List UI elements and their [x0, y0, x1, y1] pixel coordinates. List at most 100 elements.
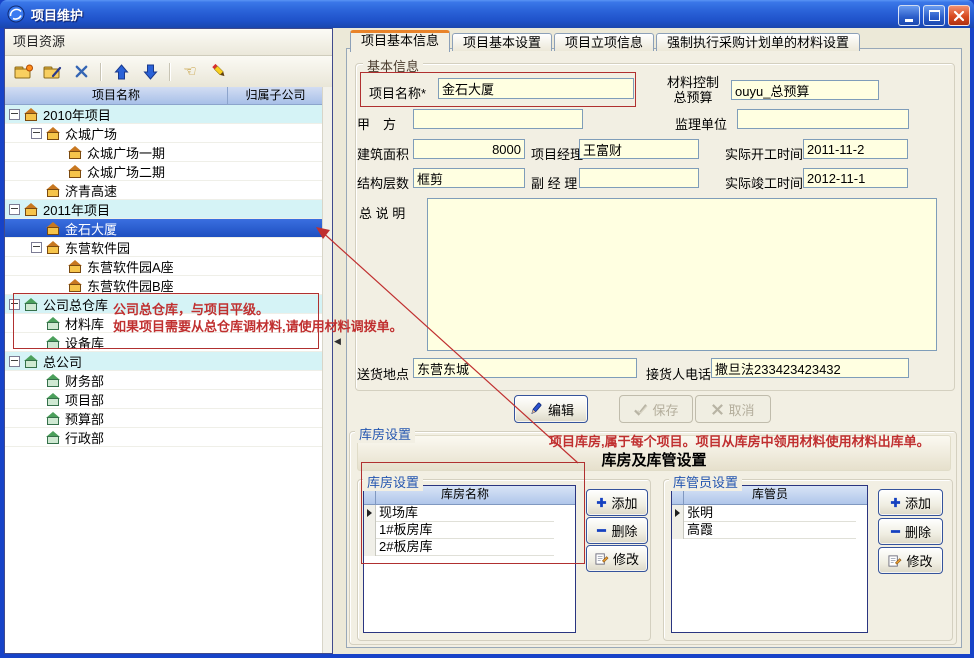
tree-column-headers: 项目名称 归属子公司 — [5, 87, 323, 105]
edit-button[interactable]: 编辑 — [514, 395, 588, 423]
tree-item[interactable]: 总公司 — [5, 352, 323, 371]
keeper-add-button[interactable]: 添加 — [878, 489, 943, 516]
tree-item[interactable]: 2011年项目 — [5, 200, 323, 219]
tab-project-approval-info[interactable]: 项目立项信息 — [554, 33, 654, 51]
actual-start-label: 实际开工时间 — [725, 144, 803, 163]
tree-item[interactable]: 东营软件园A座 — [5, 257, 323, 276]
party-a-label: 甲 方 — [357, 114, 396, 133]
project-manager-field[interactable] — [579, 139, 699, 159]
keeper-table: 库管员 张明 高霞 — [671, 485, 868, 633]
tree-item[interactable]: 材料库 — [5, 314, 323, 333]
structure-layers-field[interactable] — [413, 168, 525, 188]
tree-item[interactable]: 设备库 — [5, 333, 323, 352]
crayon-icon[interactable] — [209, 63, 229, 81]
house-green-icon — [24, 355, 38, 368]
minus-expand-icon[interactable] — [9, 204, 20, 215]
table-row[interactable]: 张明 — [672, 505, 867, 522]
actual-start-field[interactable] — [803, 139, 908, 159]
house-yellow-icon — [24, 108, 38, 121]
house-yellow-icon — [68, 165, 82, 178]
tree-item[interactable]: 众城广场 — [5, 124, 323, 143]
party-a-field[interactable] — [413, 109, 583, 129]
tree-item[interactable]: 行政部 — [5, 428, 323, 447]
collapse-arrow-icon[interactable]: ◀ — [334, 336, 341, 347]
save-button[interactable]: 保存 — [619, 395, 693, 423]
project-manager-label: 项目经理 — [531, 144, 583, 163]
cancel-button[interactable]: 取消 — [695, 395, 771, 423]
tree-item[interactable]: 公司总仓库 — [5, 295, 323, 314]
arrow-down-icon[interactable] — [140, 63, 160, 81]
table-row[interactable]: 2#板房库 — [364, 539, 575, 556]
tree-item[interactable]: 东营软件园 — [5, 238, 323, 257]
storeroom-modify-button[interactable]: 修改 — [586, 545, 648, 572]
building-area-field[interactable] — [413, 139, 525, 159]
plus-icon — [596, 497, 607, 508]
receiver-phone-label: 接货人电话 — [646, 364, 711, 383]
column-header-project-name[interactable]: 项目名称 — [5, 87, 228, 104]
tree-item[interactable]: 东营软件园B座 — [5, 276, 323, 295]
tree-item[interactable]: 众城广场二期 — [5, 162, 323, 181]
warehouse-groupbox-caption: 库房设置 — [355, 424, 415, 443]
tree-scrollbar[interactable] — [322, 87, 332, 653]
table-row[interactable]: 高霞 — [672, 522, 867, 539]
app-icon — [7, 5, 25, 23]
storeroom-add-button[interactable]: 添加 — [586, 489, 648, 516]
tab-project-basic-info[interactable]: 项目基本信息 — [350, 30, 450, 52]
deputy-manager-label: 副 经 理 — [531, 173, 577, 192]
hand-point-icon[interactable]: ☜ — [180, 63, 200, 81]
project-name-label: 项目名称* — [369, 83, 426, 102]
column-header-subsidiary[interactable]: 归属子公司 — [228, 87, 323, 104]
general-note-field[interactable] — [427, 198, 937, 351]
tree-item[interactable]: 预算部 — [5, 409, 323, 428]
new-folder-icon[interactable] — [13, 63, 33, 81]
house-green-icon — [46, 336, 60, 349]
material-budget-field[interactable] — [731, 80, 879, 100]
actual-end-label: 实际竣工时间 — [725, 173, 803, 192]
tree-item[interactable]: 财务部 — [5, 371, 323, 390]
tab-project-basic-settings[interactable]: 项目基本设置 — [452, 33, 552, 51]
window: 项目维护 项目资源 — [0, 0, 974, 658]
table-row[interactable]: 现场库 — [364, 505, 575, 522]
minus-expand-icon[interactable] — [31, 242, 42, 253]
minus-expand-icon[interactable] — [31, 128, 42, 139]
tree-item[interactable]: 项目部 — [5, 390, 323, 409]
close-button[interactable] — [948, 5, 970, 26]
window-title: 项目维护 — [31, 5, 83, 24]
tree-item[interactable]: 2010年项目 — [5, 105, 323, 124]
storeroom-caption: 库房设置 — [363, 472, 423, 491]
house-green-icon — [46, 393, 60, 406]
keeper-modify-button[interactable]: 修改 — [878, 547, 943, 574]
house-yellow-icon — [68, 260, 82, 273]
deputy-manager-field[interactable] — [579, 168, 699, 188]
minus-expand-icon[interactable] — [9, 109, 20, 120]
warehouse-banner-title: 库房及库管设置 — [358, 449, 950, 470]
maximize-button[interactable] — [923, 5, 945, 26]
tree-item[interactable]: 众城广场一期 — [5, 143, 323, 162]
minimize-icon — [905, 19, 913, 22]
arrow-up-icon[interactable] — [111, 63, 131, 81]
keeper-caption: 库管员设置 — [669, 472, 742, 491]
edit-folder-icon[interactable] — [42, 63, 62, 81]
tree-item-selected[interactable]: 金石大厦 — [5, 219, 323, 238]
storeroom-table: 库房名称 现场库 1#板房库 2#板房库 — [363, 485, 576, 633]
row-marker-icon — [364, 505, 376, 522]
minus-expand-icon[interactable] — [9, 356, 20, 367]
project-tree: 项目名称 归属子公司 2010年项目 众城广场 众城广场一期 众城广场二期 济青… — [5, 87, 323, 653]
minus-expand-icon[interactable] — [9, 299, 20, 310]
delete-x-icon[interactable] — [71, 63, 91, 81]
tab-forced-purchase-material-settings[interactable]: 强制执行采购计划单的材料设置 — [656, 33, 860, 51]
project-name-field[interactable] — [438, 78, 634, 99]
minimize-button[interactable] — [898, 5, 920, 26]
house-green-icon — [46, 374, 60, 387]
delivery-place-field[interactable] — [413, 358, 637, 378]
house-green-icon — [46, 431, 60, 444]
receiver-phone-field[interactable] — [711, 358, 909, 378]
house-green-icon — [46, 412, 60, 425]
tree-item[interactable]: 济青高速 — [5, 181, 323, 200]
keeper-delete-button[interactable]: 删除 — [878, 518, 943, 545]
panel-splitter[interactable]: ◀ — [333, 28, 344, 654]
table-row[interactable]: 1#板房库 — [364, 522, 575, 539]
storeroom-delete-button[interactable]: 删除 — [586, 517, 648, 544]
supervisor-unit-field[interactable] — [737, 109, 909, 129]
actual-end-field[interactable] — [803, 168, 908, 188]
